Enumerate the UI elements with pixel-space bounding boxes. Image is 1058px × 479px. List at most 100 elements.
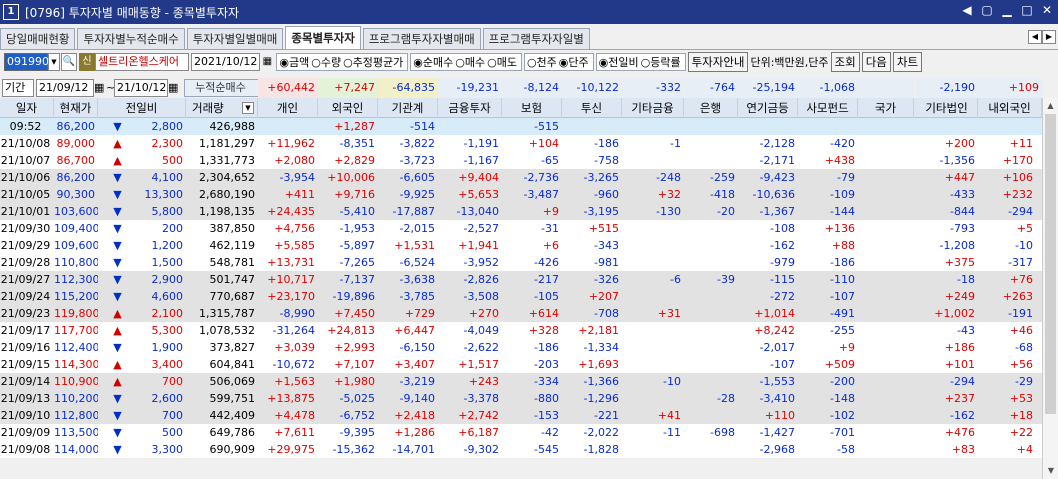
- down-arrow-icon: ▼: [113, 205, 122, 218]
- radio-quantity[interactable]: ○수량: [311, 54, 341, 70]
- tab-0[interactable]: 당일매매현황: [0, 28, 76, 49]
- tab-4[interactable]: 프로그램투자자별매매: [362, 28, 481, 49]
- cell-3: 1,500: [151, 256, 184, 269]
- table-row[interactable]: 21/10/05 90,300 ▼ 13,300 2,680,190 +411 +9,716…: [0, 186, 1042, 203]
- radio-net-buy[interactable]: ◉순매수: [413, 54, 453, 70]
- period-to-calendar-icon[interactable]: ▦: [168, 78, 180, 98]
- table-row[interactable]: 21/09/13 110,200 ▼ 2,600 599,751 +13,875 -5,02…: [0, 390, 1042, 407]
- cell-9: -105: [534, 290, 559, 303]
- tab-1[interactable]: 투자자별누적순매수: [77, 28, 185, 49]
- calendar-icon[interactable]: ▦: [260, 53, 274, 71]
- cell-11: [622, 118, 684, 135]
- investor-info-button[interactable]: 투자자안내: [687, 52, 749, 72]
- period-to-input[interactable]: 21/10/12: [114, 79, 168, 97]
- period-from-calendar-icon[interactable]: ▦: [94, 78, 106, 98]
- down-arrow-icon: ▼: [113, 239, 122, 252]
- table-row[interactable]: 21/09/15 114,300 ▲ 3,400 604,841 -10,672 +7,10…: [0, 356, 1042, 373]
- radio-buy[interactable]: ○매수: [455, 54, 485, 70]
- cell-16: +237: [944, 392, 975, 405]
- chart-button[interactable]: 차트: [892, 52, 923, 72]
- header-10[interactable]: 기타금융: [622, 98, 684, 118]
- volume-sort-icon[interactable]: ▼: [242, 102, 254, 114]
- table-row[interactable]: 21/09/30 109,400 ▼ 200 387,850 +4,756 -1,953 -2…: [0, 220, 1042, 237]
- header-5[interactable]: 외국인: [318, 98, 378, 118]
- header-9[interactable]: 투신: [562, 98, 622, 118]
- query-toolbar: 091990 ▼ 🔍 신 셀트리온헬스케어 2021/10/12 ▦ ◉금액 ○…: [0, 52, 1058, 72]
- tab-5[interactable]: 프로그램투자자일별: [482, 28, 590, 49]
- header-15[interactable]: 기타법인: [916, 98, 978, 118]
- cell-0: 21/10/07: [0, 154, 51, 167]
- table-body: 09:52 86,200 ▼ 2,800 426,988 +1,287 -514 -515 21…: [0, 118, 1042, 479]
- date-input[interactable]: 2021/10/12: [191, 53, 261, 71]
- table-row[interactable]: 21/09/27 112,300 ▼ 2,900 501,747 +10,717 -7,13…: [0, 271, 1042, 288]
- next-button[interactable]: 다음: [861, 52, 891, 72]
- header-4[interactable]: 개인: [258, 98, 318, 118]
- header-0[interactable]: 일자: [0, 98, 54, 118]
- compare-radio-group[interactable]: ◉전일비 ○등락률: [595, 53, 686, 71]
- cell-3: 2,100: [151, 307, 184, 320]
- scroll-thumb[interactable]: [1045, 114, 1056, 414]
- tab-3[interactable]: 종목별투자자: [285, 26, 361, 49]
- restore-icon[interactable]: ▢: [980, 3, 994, 17]
- radio-avg-price[interactable]: ○추정평균가: [343, 54, 403, 70]
- cell-4: 1,331,773: [199, 154, 255, 167]
- tab-left-icon[interactable]: ◀: [1028, 30, 1042, 44]
- table-row[interactable]: 21/10/07 86,700 ▲ 500 1,331,773 +2,080 +2,829 -…: [0, 152, 1042, 169]
- table-row[interactable]: 21/09/09 113,500 ▼ 500 649,786 +7,611 -9,395 +1…: [0, 424, 1042, 441]
- tab-2[interactable]: 투자자별일별매매: [186, 28, 284, 49]
- cell-6: +7,450: [334, 307, 375, 320]
- radio-amount[interactable]: ◉금액: [279, 54, 309, 70]
- radio-thousand[interactable]: ○천주: [527, 54, 557, 70]
- query-button[interactable]: 조회: [830, 52, 860, 72]
- header-11[interactable]: 은행: [684, 98, 738, 118]
- amount-radio-group[interactable]: ◉금액 ○수량 ○추정평균가: [276, 53, 409, 71]
- header-8[interactable]: 보험: [502, 98, 562, 118]
- cell-6: +24,813: [327, 324, 375, 337]
- prev-window-icon[interactable]: ◀: [960, 3, 974, 17]
- header-1[interactable]: 현재가: [54, 98, 98, 118]
- header-13[interactable]: 사모펀드: [798, 98, 858, 118]
- close-icon[interactable]: ✕: [1040, 3, 1054, 17]
- table-row[interactable]: 09:52 86,200 ▼ 2,800 426,988 +1,287 -514 -515: [0, 118, 1042, 135]
- table-row[interactable]: 21/09/08 114,000 ▼ 3,300 690,909 +29,975 -15,3…: [0, 441, 1042, 458]
- buy-radio-group[interactable]: ◉순매수 ○매수 ○매도: [410, 53, 522, 71]
- period-from-input[interactable]: 21/09/12: [36, 79, 94, 97]
- table-row[interactable]: 21/09/16 112,400 ▼ 1,900 373,827 +3,039 +2,993…: [0, 339, 1042, 356]
- cell-15: [858, 271, 914, 288]
- radio-single[interactable]: ◉단주: [559, 54, 589, 70]
- code-dropdown-icon[interactable]: ▼: [48, 53, 60, 71]
- table-row[interactable]: 21/10/08 89,000 ▲ 2,300 1,181,297 +11,962 -8,3…: [0, 135, 1042, 152]
- down-arrow-icon: ▼: [113, 120, 122, 133]
- header-7[interactable]: 금융투자: [438, 98, 502, 118]
- header-14[interactable]: 국가: [858, 98, 914, 118]
- header-6[interactable]: 기관계: [378, 98, 438, 118]
- radio-sell[interactable]: ○매도: [487, 54, 517, 70]
- radio-change-rate[interactable]: ○등락률: [641, 54, 681, 70]
- search-icon[interactable]: 🔍: [61, 53, 77, 71]
- maximize-icon[interactable]: □: [1020, 3, 1034, 17]
- cell-12: [684, 407, 738, 424]
- table-row[interactable]: 21/09/23 119,800 ▲ 2,100 1,315,787 -8,990 +7,4…: [0, 305, 1042, 322]
- table-row[interactable]: 21/10/01 103,600 ▼ 5,800 1,198,135 +24,435 -5,…: [0, 203, 1042, 220]
- table-row[interactable]: 21/09/24 115,200 ▼ 4,600 770,687 +23,170 -19,8…: [0, 288, 1042, 305]
- table-row[interactable]: 21/09/29 109,600 ▼ 1,200 462,119 +5,585 -5,897…: [0, 237, 1042, 254]
- header-12[interactable]: 연기금등: [738, 98, 798, 118]
- header-2[interactable]: 전일비: [98, 98, 186, 118]
- cell-12: [684, 118, 738, 135]
- cell-7: -3,219: [399, 375, 435, 388]
- scroll-up-icon[interactable]: ▲: [1043, 98, 1058, 114]
- radio-prev-diff[interactable]: ◉전일비: [599, 54, 639, 70]
- table-row[interactable]: 21/09/10 112,800 ▼ 700 442,409 +4,478 -6,752 +2…: [0, 407, 1042, 424]
- table-row[interactable]: 21/09/14 110,900 ▲ 700 506,069 +1,563 +1,980 -3…: [0, 373, 1042, 390]
- stock-code-input[interactable]: 091990: [4, 53, 49, 71]
- cell-9: -65: [541, 154, 559, 167]
- vertical-scrollbar[interactable]: ▲ ▼: [1042, 98, 1058, 479]
- table-row[interactable]: 21/10/06 86,200 ▼ 4,100 2,304,652 -3,954 +10,0…: [0, 169, 1042, 186]
- unit-radio-group[interactable]: ○천주 ◉단주: [523, 53, 594, 71]
- scroll-down-icon[interactable]: ▼: [1043, 463, 1058, 479]
- tab-right-icon[interactable]: ▶: [1042, 30, 1056, 44]
- table-row[interactable]: 21/09/17 117,700 ▲ 5,300 1,078,532 -31,264 +24…: [0, 322, 1042, 339]
- header-16[interactable]: 내외국인: [978, 98, 1042, 118]
- table-row[interactable]: 21/09/28 110,800 ▼ 1,500 548,781 +13,731 -7,26…: [0, 254, 1042, 271]
- minimize-icon[interactable]: ▁: [1000, 3, 1014, 17]
